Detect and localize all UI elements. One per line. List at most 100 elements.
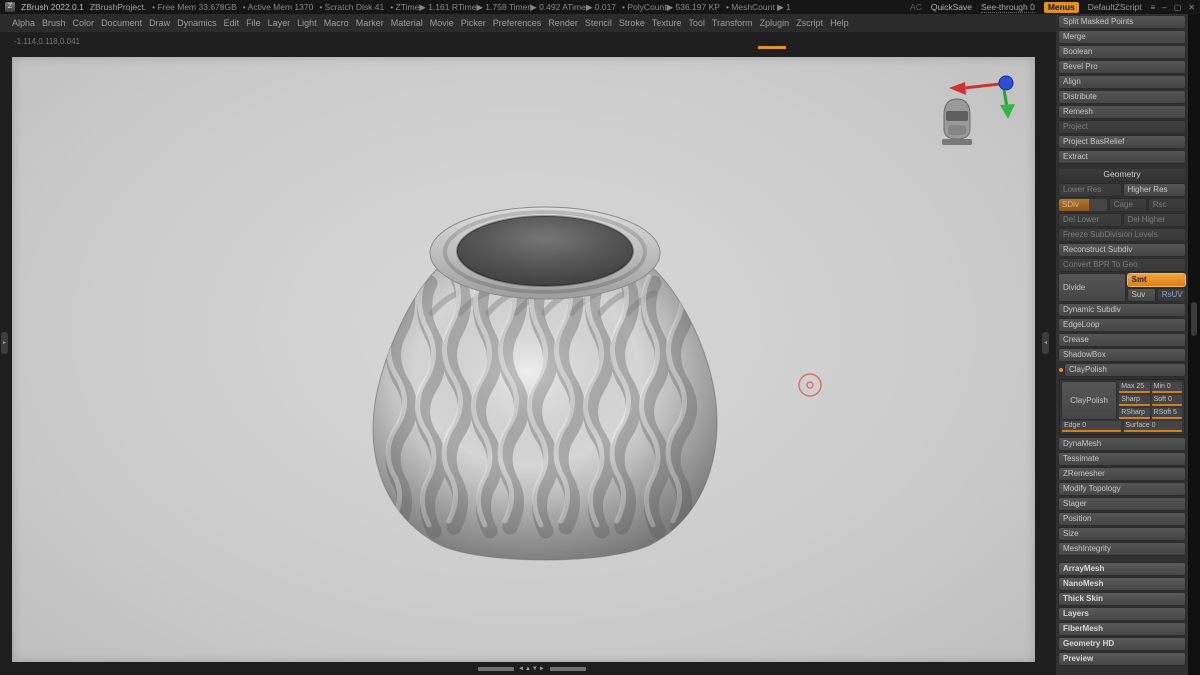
menu-zscript[interactable]: Zscript bbox=[796, 18, 823, 28]
menu-marker[interactable]: Marker bbox=[356, 18, 384, 28]
button-rsc[interactable]: Rsc bbox=[1148, 199, 1185, 211]
claypolish-rsoft-slider[interactable]: RSoft 5 bbox=[1151, 408, 1182, 419]
menu-macro[interactable]: Macro bbox=[324, 18, 349, 28]
canvas-nav-widget[interactable]: ◄▲▼► bbox=[478, 666, 586, 672]
section-nanomesh[interactable]: NanoMesh bbox=[1059, 578, 1185, 590]
section-zremesher[interactable]: ZRemesher bbox=[1059, 468, 1185, 480]
section-claypolish[interactable]: ClayPolish bbox=[1065, 364, 1185, 376]
menu-render[interactable]: Render bbox=[548, 18, 578, 28]
section-tessimate[interactable]: Tessimate bbox=[1059, 453, 1185, 465]
nav-arrows-icon[interactable]: ◄▲▼► bbox=[518, 666, 546, 672]
minimize-icon[interactable]: – bbox=[1162, 3, 1166, 12]
menu-draw[interactable]: Draw bbox=[149, 18, 170, 28]
right-tray-handle[interactable]: ◂ bbox=[1042, 332, 1049, 354]
menu-tool[interactable]: Tool bbox=[688, 18, 705, 28]
button-merge[interactable]: Merge bbox=[1059, 31, 1185, 43]
section-fibermesh[interactable]: FiberMesh bbox=[1059, 623, 1185, 635]
menu-zplugin[interactable]: Zplugin bbox=[760, 18, 790, 28]
geometry-section-header[interactable]: Geometry bbox=[1059, 169, 1185, 180]
menu-stroke[interactable]: Stroke bbox=[619, 18, 645, 28]
menu-dynamics[interactable]: Dynamics bbox=[177, 18, 217, 28]
button-remesh[interactable]: Remesh bbox=[1059, 106, 1185, 118]
button-freeze-subdivision-levels[interactable]: Freeze SubDivision Levels bbox=[1059, 229, 1185, 241]
nav-bar-right[interactable] bbox=[549, 667, 586, 671]
camera-head-icon[interactable] bbox=[942, 98, 972, 145]
claypolish-apply-button[interactable]: ClayPolish bbox=[1062, 382, 1117, 419]
claypolish-max-slider[interactable]: Max 25 bbox=[1119, 382, 1150, 393]
nav-bar-left[interactable] bbox=[478, 667, 514, 671]
button-bevel-pro[interactable]: Bevel Pro bbox=[1059, 61, 1185, 73]
menu-layer[interactable]: Layer bbox=[268, 18, 291, 28]
document-canvas[interactable] bbox=[12, 57, 1035, 662]
claypolish-sharp-slider[interactable]: Sharp bbox=[1119, 395, 1150, 406]
button-split-masked-points[interactable]: Split Masked Points bbox=[1059, 16, 1185, 28]
button-extract[interactable]: Extract bbox=[1059, 151, 1185, 163]
button-align[interactable]: Align bbox=[1059, 76, 1185, 88]
button-higher-res[interactable]: Higher Res bbox=[1123, 184, 1185, 196]
toggle-smt[interactable]: Smt bbox=[1127, 274, 1185, 286]
section-arraymesh[interactable]: ArrayMesh bbox=[1059, 563, 1185, 575]
menu-movie[interactable]: Movie bbox=[430, 18, 454, 28]
button-distribute[interactable]: Distribute bbox=[1059, 91, 1185, 103]
menu-file[interactable]: File bbox=[246, 18, 261, 28]
maximize-icon[interactable]: ▢ bbox=[1174, 3, 1182, 12]
sculpted-model[interactable] bbox=[372, 206, 718, 561]
menu-alpha[interactable]: Alpha bbox=[12, 18, 35, 28]
button-del-lower[interactable]: Del Lower bbox=[1059, 214, 1121, 226]
section-dynamesh[interactable]: DynaMesh bbox=[1059, 438, 1185, 450]
button-del-higher[interactable]: Del Higher bbox=[1123, 214, 1185, 226]
section-size[interactable]: Size bbox=[1059, 528, 1185, 540]
button-project-basrelief[interactable]: Project BasRelief bbox=[1059, 136, 1185, 148]
button-project[interactable]: Project bbox=[1059, 121, 1185, 133]
button-reconstruct-subdiv[interactable]: Reconstruct Subdiv bbox=[1059, 244, 1185, 256]
menu-color[interactable]: Color bbox=[73, 18, 95, 28]
panel-scrollbar-thumb[interactable] bbox=[1191, 302, 1197, 336]
section-layers[interactable]: Layers bbox=[1059, 608, 1185, 620]
button-boolean[interactable]: Boolean bbox=[1059, 46, 1185, 58]
section-crease[interactable]: Crease bbox=[1059, 334, 1185, 346]
menu-light[interactable]: Light bbox=[297, 18, 317, 28]
section-geometry-hd[interactable]: Geometry HD bbox=[1059, 638, 1185, 650]
claypolish-surface-slider[interactable]: Surface 0 bbox=[1123, 421, 1182, 432]
menu-document[interactable]: Document bbox=[101, 18, 142, 28]
claypolish-edge-slider[interactable]: Edge 0 bbox=[1062, 421, 1121, 432]
toggle-suv[interactable]: Suv bbox=[1127, 289, 1155, 301]
menu-picker[interactable]: Picker bbox=[461, 18, 486, 28]
menu-transform[interactable]: Transform bbox=[712, 18, 753, 28]
sdiv-slider[interactable]: SDiv bbox=[1059, 199, 1107, 211]
menu-material[interactable]: Material bbox=[391, 18, 423, 28]
left-tray-handle[interactable]: ▸ bbox=[1, 332, 8, 354]
default-zscript-button[interactable]: DefaultZScript bbox=[1088, 2, 1142, 12]
close-icon[interactable]: ✕ bbox=[1188, 3, 1195, 12]
section-dynamic-subdiv[interactable]: Dynamic Subdiv bbox=[1059, 304, 1185, 316]
section-thick-skin[interactable]: Thick Skin bbox=[1059, 593, 1185, 605]
claypolish-min-slider[interactable]: Min 0 bbox=[1151, 382, 1182, 393]
section-stager[interactable]: Stager bbox=[1059, 498, 1185, 510]
button-cage[interactable]: Cage bbox=[1109, 199, 1146, 211]
tool-panel: Split Masked Points Merge Boolean Bevel … bbox=[1056, 14, 1188, 675]
section-position[interactable]: Position bbox=[1059, 513, 1185, 525]
menu-stencil[interactable]: Stencil bbox=[585, 18, 612, 28]
menu-help[interactable]: Help bbox=[830, 18, 849, 28]
menu-edit[interactable]: Edit bbox=[224, 18, 240, 28]
menu-preferences[interactable]: Preferences bbox=[493, 18, 542, 28]
button-lower-res[interactable]: Lower Res bbox=[1059, 184, 1121, 196]
claypolish-soft-slider[interactable]: Soft 0 bbox=[1151, 395, 1182, 406]
panel-scrollbar[interactable] bbox=[1188, 14, 1200, 675]
section-edgeloop[interactable]: EdgeLoop bbox=[1059, 319, 1185, 331]
button-convert-bpr-to-geo[interactable]: Convert BPR To Geo bbox=[1059, 259, 1185, 271]
section-shadowbox[interactable]: ShadowBox bbox=[1059, 349, 1185, 361]
button-divide[interactable]: Divide bbox=[1059, 274, 1125, 301]
see-through-slider[interactable]: See-through 0 bbox=[980, 2, 1035, 13]
sdiv-slider-label: SDiv bbox=[1062, 200, 1079, 209]
section-preview[interactable]: Preview bbox=[1059, 653, 1185, 665]
section-modify-topology[interactable]: Modify Topology bbox=[1059, 483, 1185, 495]
claypolish-rsharp-slider[interactable]: RSharp bbox=[1119, 408, 1150, 419]
section-meshintegrity[interactable]: MeshIntegrity bbox=[1059, 543, 1185, 555]
menu-texture[interactable]: Texture bbox=[652, 18, 682, 28]
menu-brush[interactable]: Brush bbox=[42, 18, 66, 28]
window-menu-icon[interactable]: ≡ bbox=[1151, 3, 1156, 12]
quicksave-button[interactable]: QuickSave bbox=[931, 2, 972, 12]
menus-button[interactable]: Menus bbox=[1043, 1, 1079, 13]
toggle-rsuv[interactable]: RsUV bbox=[1157, 289, 1185, 301]
